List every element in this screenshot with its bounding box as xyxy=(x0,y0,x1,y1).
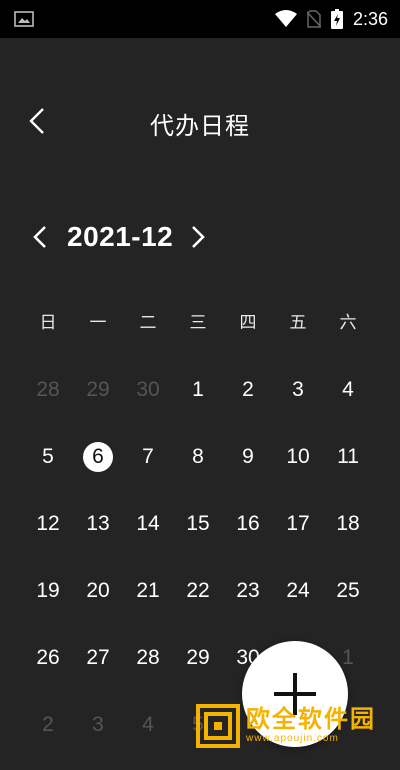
calendar-day[interactable]: 15 xyxy=(173,502,223,546)
calendar-day[interactable]: 17 xyxy=(273,502,323,546)
calendar-day[interactable]: 22 xyxy=(173,569,223,613)
calendar-day[interactable]: 28 xyxy=(23,368,73,412)
weekday-tue: 二 xyxy=(139,313,157,332)
calendar-day[interactable]: 20 xyxy=(73,569,123,613)
calendar-day[interactable]: 2 xyxy=(223,368,273,412)
calendar-day[interactable]: 12 xyxy=(23,502,73,546)
calendar-week: 12 13 14 15 16 17 18 xyxy=(23,502,373,569)
weekday-wed: 三 xyxy=(189,313,207,332)
calendar-week: 5 6 7 8 9 10 11 xyxy=(23,435,373,502)
calendar-day[interactable]: 24 xyxy=(273,569,323,613)
calendar-day-selected[interactable]: 6 xyxy=(73,435,123,479)
calendar-day[interactable]: 16 xyxy=(223,502,273,546)
weekday-header: 日 一 二 三 四 五 六 xyxy=(23,308,373,333)
status-time: 2:36 xyxy=(352,8,388,29)
watermark-text: 欧全软件园 xyxy=(246,706,376,733)
selected-day-label: 6 xyxy=(83,442,113,472)
calendar-day[interactable]: 28 xyxy=(123,636,173,680)
calendar-day[interactable]: 1 xyxy=(173,368,223,412)
calendar-day[interactable]: 3 xyxy=(273,368,323,412)
weekday-sun: 日 xyxy=(39,313,57,332)
calendar-day[interactable]: 14 xyxy=(123,502,173,546)
calendar-day[interactable]: 9 xyxy=(223,435,273,479)
watermark: 欧全软件园 www.apoujin.com xyxy=(196,702,400,750)
chevron-left-icon xyxy=(33,226,46,248)
previous-month-button[interactable] xyxy=(26,220,54,254)
calendar-day[interactable]: 19 xyxy=(23,569,73,613)
calendar-day[interactable]: 29 xyxy=(73,368,123,412)
month-navigator: 2021-12 xyxy=(0,220,400,254)
calendar-day[interactable]: 2 xyxy=(23,703,73,747)
chevron-right-icon xyxy=(192,226,205,248)
calendar-day[interactable]: 7 xyxy=(123,435,173,479)
calendar-day[interactable]: 23 xyxy=(223,569,273,613)
weekday-fri: 五 xyxy=(289,313,307,332)
next-month-button[interactable] xyxy=(184,220,212,254)
calendar-day[interactable]: 11 xyxy=(323,435,373,479)
calendar-day[interactable]: 21 xyxy=(123,569,173,613)
calendar-day[interactable]: 26 xyxy=(23,636,73,680)
wifi-icon xyxy=(274,10,297,27)
watermark-url: www.apoujin.com xyxy=(246,733,339,744)
calendar-day[interactable]: 10 xyxy=(273,435,323,479)
calendar-day[interactable]: 5 xyxy=(23,435,73,479)
app-bar: 代办日程 xyxy=(0,38,400,204)
calendar-day[interactable]: 4 xyxy=(123,703,173,747)
weekday-thu: 四 xyxy=(239,313,257,332)
status-bar: 2:36 xyxy=(0,0,400,38)
weekday-mon: 一 xyxy=(89,313,107,332)
month-label: 2021-12 xyxy=(67,221,174,252)
calendar-day[interactable]: 3 xyxy=(73,703,123,747)
calendar-day[interactable]: 8 xyxy=(173,435,223,479)
watermark-logo-icon xyxy=(196,704,240,748)
page-title: 代办日程 xyxy=(150,113,250,140)
battery-charging-icon xyxy=(330,9,343,29)
calendar-day[interactable]: 25 xyxy=(323,569,373,613)
calendar-day[interactable]: 18 xyxy=(323,502,373,546)
calendar-week: 19 20 21 22 23 24 25 xyxy=(23,569,373,636)
calendar-day[interactable]: 27 xyxy=(73,636,123,680)
no-sim-icon xyxy=(306,10,321,28)
image-notification-icon xyxy=(14,11,34,27)
weekday-sat: 六 xyxy=(339,313,357,332)
calendar-day[interactable]: 4 xyxy=(323,368,373,412)
calendar-day[interactable]: 13 xyxy=(73,502,123,546)
calendar-day[interactable]: 29 xyxy=(173,636,223,680)
calendar-day[interactable]: 30 xyxy=(123,368,173,412)
calendar-week: 28 29 30 1 2 3 4 xyxy=(23,368,373,435)
